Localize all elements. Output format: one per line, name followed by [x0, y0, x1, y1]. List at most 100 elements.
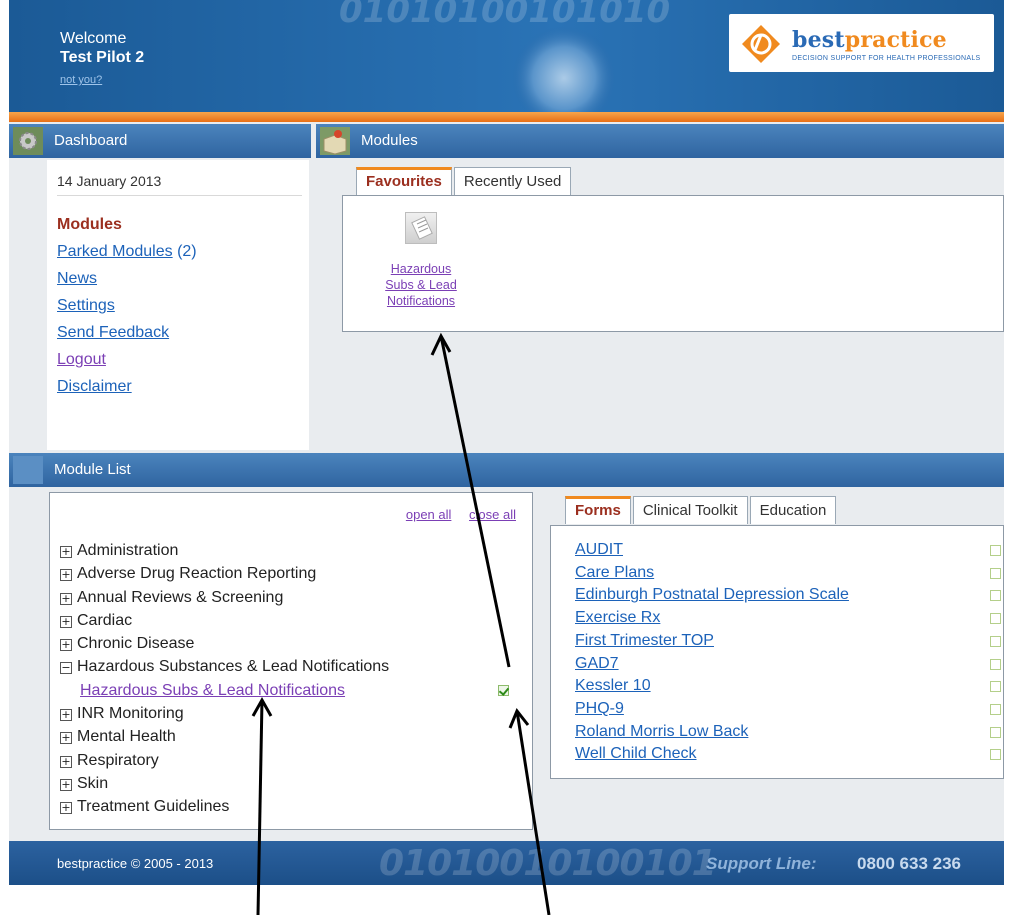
- expand-icon[interactable]: +: [60, 615, 72, 628]
- tree-item-administration[interactable]: + Administration: [60, 539, 522, 562]
- tree-item-treatment-guidelines[interactable]: + Treatment Guidelines: [60, 795, 522, 818]
- form-link-well-child[interactable]: Well Child Check: [575, 745, 697, 762]
- form-link-roland-morris[interactable]: Roland Morris Low Back: [575, 723, 748, 740]
- support-line-number: 0800 633 236: [857, 854, 961, 873]
- form-link-exercise-rx[interactable]: Exercise Rx: [575, 609, 660, 626]
- modules-title: Modules: [361, 132, 418, 149]
- not-you-link[interactable]: not you?: [60, 71, 102, 90]
- module-list-title: Module List: [54, 461, 131, 478]
- expand-icon[interactable]: +: [60, 778, 72, 791]
- tab-forms[interactable]: Forms: [565, 496, 631, 524]
- support-line-label: Support Line:: [706, 854, 817, 873]
- module-tree: + Administration + Adverse Drug Reaction R…: [60, 539, 522, 819]
- nav-parked-modules-link[interactable]: Parked Modules: [57, 243, 173, 260]
- app-header: 01010100101010 Welcome Test Pilot 2 not …: [9, 0, 1004, 112]
- svg-text:01010100101010: 01010100101010: [339, 0, 670, 31]
- favourite-checkbox[interactable]: [990, 658, 1001, 670]
- favourite-checkbox[interactable]: [990, 749, 1001, 761]
- favourite-checkbox[interactable]: [990, 545, 1001, 556]
- form-link-phq-9[interactable]: PHQ-9: [575, 700, 624, 717]
- favourite-module-hazardous[interactable]: Hazardous Subs & Lead Notifications: [361, 212, 481, 309]
- favourite-checkbox[interactable]: [990, 726, 1001, 738]
- dashboard-panel: 14 January 2013 Modules Parked Modules (…: [47, 160, 309, 450]
- logo-wordmark: bestpractice: [792, 27, 947, 53]
- tab-recently-used[interactable]: Recently Used: [453, 167, 572, 195]
- current-date: 14 January 2013: [57, 173, 162, 189]
- modules-tabs: Favourites Recently Used: [356, 167, 572, 195]
- nav-send-feedback-link[interactable]: Send Feedback: [57, 324, 169, 341]
- favourite-checkbox[interactable]: [990, 681, 1001, 693]
- favourite-checkbox[interactable]: [990, 613, 1001, 625]
- tree-item-annual-reviews[interactable]: + Annual Reviews & Screening: [60, 586, 522, 609]
- favourite-checkbox[interactable]: [990, 567, 1001, 579]
- favourite-checkbox[interactable]: [990, 635, 1001, 647]
- expand-icon[interactable]: +: [60, 546, 72, 558]
- form-link-kessler-10[interactable]: Kessler 10: [575, 677, 651, 694]
- tree-item-hazardous-substances[interactable]: − Hazardous Substances & Lead Notificatio…: [60, 655, 522, 678]
- expand-icon[interactable]: +: [60, 755, 72, 768]
- form-item: AUDIT: [575, 539, 1005, 562]
- favourite-checkbox[interactable]: [990, 590, 1001, 602]
- form-link-gad7[interactable]: GAD7: [575, 655, 619, 672]
- form-link-audit[interactable]: AUDIT: [575, 541, 623, 558]
- app-footer: bestpractice © 2005 - 2013 0101001010010…: [9, 841, 1004, 885]
- expand-icon[interactable]: +: [60, 802, 72, 815]
- close-all-link[interactable]: close all: [469, 507, 516, 522]
- tree-item-label: Respiratory: [77, 751, 159, 769]
- tree-item-adverse-drug[interactable]: + Adverse Drug Reaction Reporting: [60, 562, 522, 585]
- tree-item-inr-monitoring[interactable]: + INR Monitoring: [60, 702, 522, 725]
- nav-settings-link[interactable]: Settings: [57, 297, 115, 314]
- tab-favourites[interactable]: Favourites: [356, 167, 452, 195]
- collapse-icon[interactable]: −: [60, 662, 72, 675]
- tree-item-cardiac[interactable]: + Cardiac: [60, 609, 522, 632]
- nav-disclaimer-link[interactable]: Disclaimer: [57, 378, 132, 395]
- module-link-hazardous-subs[interactable]: Hazardous Subs & Lead Notifications: [80, 682, 345, 699]
- nav-logout-link[interactable]: Logout: [57, 351, 106, 368]
- form-item: Edinburgh Postnatal Depression Scale: [575, 584, 1005, 607]
- tab-clinical-toolkit[interactable]: Clinical Toolkit: [632, 496, 748, 524]
- tree-item-respiratory[interactable]: + Respiratory: [60, 749, 522, 772]
- form-item: Exercise Rx: [575, 607, 1005, 630]
- favourite-module-label[interactable]: Hazardous Subs & Lead Notifications: [361, 261, 481, 309]
- logo-mark-icon: [742, 25, 780, 63]
- expand-icon[interactable]: +: [60, 569, 72, 582]
- form-link-edinburgh[interactable]: Edinburgh Postnatal Depression Scale: [575, 586, 849, 603]
- tree-item-label: Mental Health: [77, 728, 176, 746]
- expand-icon[interactable]: +: [60, 732, 72, 745]
- nav-news-link[interactable]: News: [57, 270, 97, 287]
- expand-icon[interactable]: +: [60, 592, 72, 605]
- tree-item-chronic-disease[interactable]: + Chronic Disease: [60, 632, 522, 655]
- module-tree-panel: open all close all + Administration + Adve…: [49, 492, 533, 830]
- form-item: First Trimester TOP: [575, 630, 1005, 653]
- favourite-checkbox[interactable]: [990, 703, 1001, 715]
- favourite-checkbox-checked[interactable]: [498, 684, 509, 696]
- open-all-link[interactable]: open all: [406, 507, 452, 522]
- form-link-care-plans[interactable]: Care Plans: [575, 564, 654, 581]
- bestpractice-logo: bestpractice DECISION SUPPORT FOR HEALTH…: [729, 14, 994, 72]
- tab-education[interactable]: Education: [749, 496, 837, 524]
- form-item: Kessler 10: [575, 675, 1005, 698]
- logo-word-best: best: [792, 27, 845, 53]
- tree-item-skin[interactable]: + Skin: [60, 772, 522, 795]
- dashboard-panel-header: Dashboard: [9, 124, 311, 158]
- form-item: Roland Morris Low Back: [575, 721, 1005, 744]
- form-link-first-trimester[interactable]: First Trimester TOP: [575, 632, 714, 649]
- forms-panel: AUDIT Care Plans Edinburgh Postnatal Dep…: [550, 525, 1004, 779]
- tree-child-hazardous-subs: Hazardous Subs & Lead Notifications: [60, 679, 522, 702]
- nav-modules-current[interactable]: Modules: [57, 216, 122, 233]
- favourite-label-line-1: Hazardous: [390, 262, 452, 276]
- bestpractice-app: 01010100101010 Welcome Test Pilot 2 not …: [9, 0, 1004, 885]
- header-accent-bar: [9, 112, 1004, 122]
- expand-icon[interactable]: +: [60, 639, 72, 652]
- tree-item-label: Administration: [77, 542, 179, 559]
- copyright-text: bestpractice © 2005 - 2013: [57, 856, 214, 871]
- favourite-label-line-2: Subs & Lead: [385, 278, 457, 292]
- form-item: Care Plans: [575, 562, 1005, 585]
- expand-icon[interactable]: +: [60, 709, 72, 722]
- forms-list: AUDIT Care Plans Edinburgh Postnatal Dep…: [575, 539, 1005, 766]
- welcome-text: Welcome: [60, 30, 127, 47]
- form-document-icon: [405, 212, 437, 244]
- dashboard-nav: Modules Parked Modules (2) News Settings…: [57, 211, 197, 400]
- tree-item-mental-health[interactable]: + Mental Health: [60, 725, 522, 748]
- logo-word-practice: practice: [844, 27, 947, 53]
